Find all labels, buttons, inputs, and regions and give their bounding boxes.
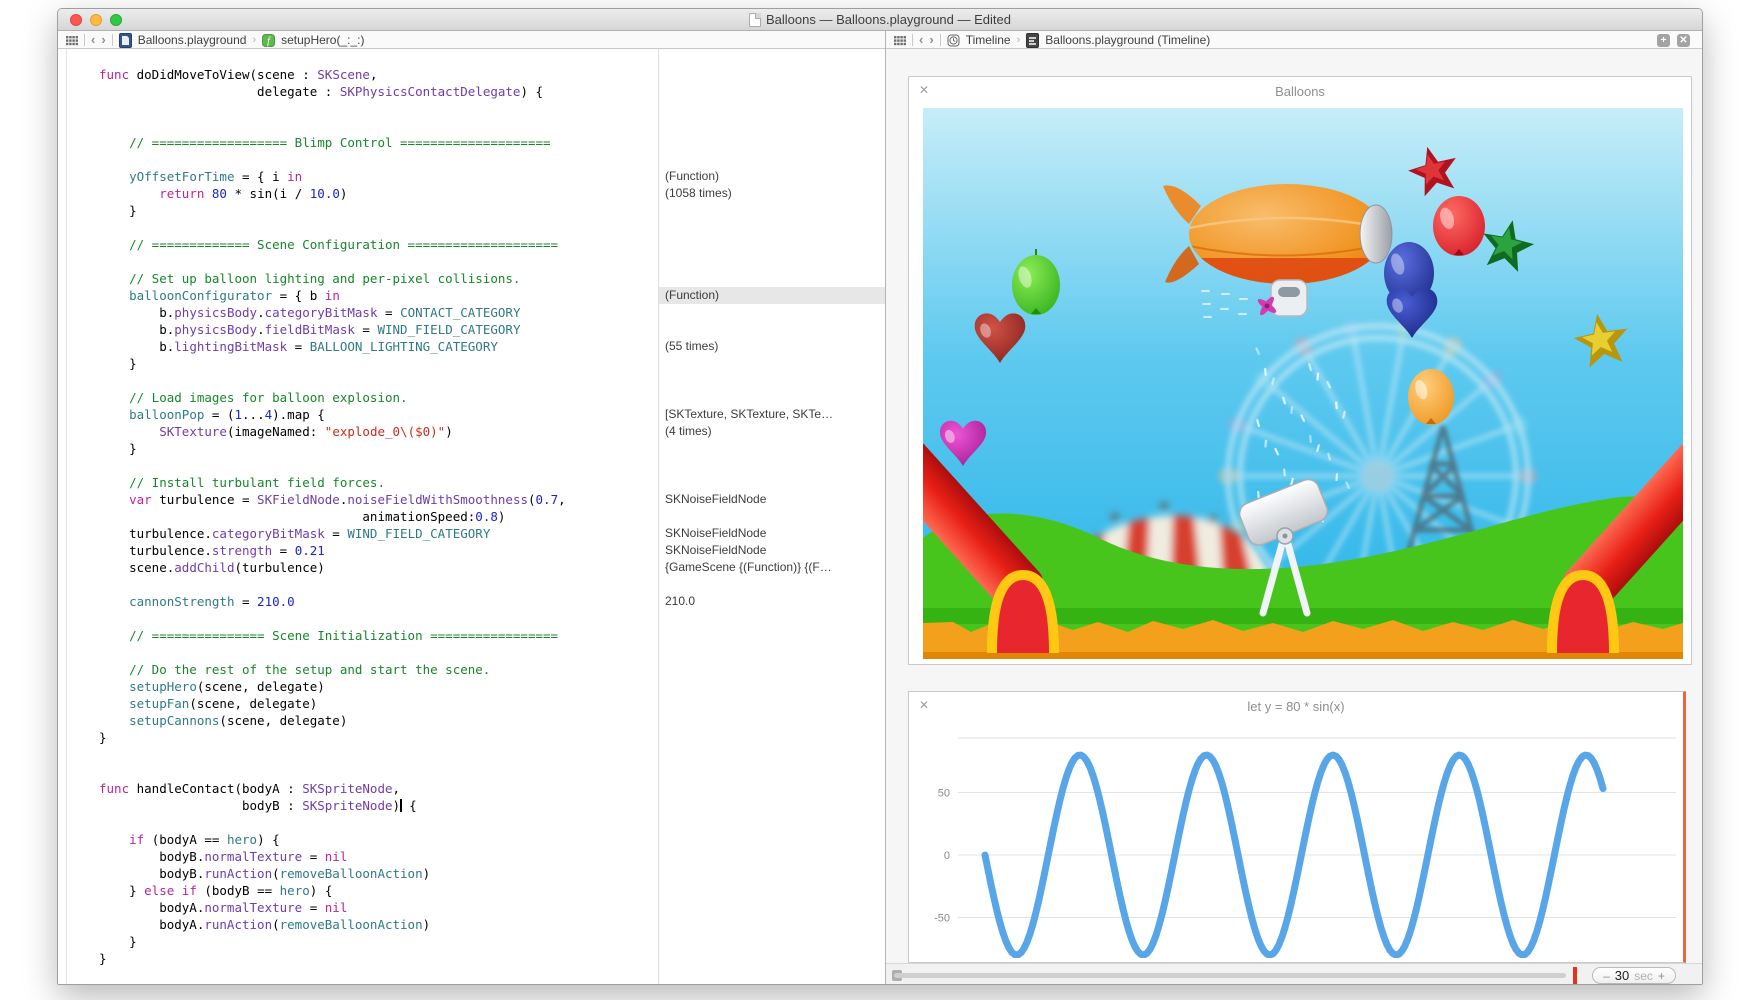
playground-file-icon [119,33,132,48]
pane-splitter[interactable] [885,31,886,985]
playhead-marker[interactable] [1573,967,1577,985]
scene-preview-card: ✕ Balloons [908,76,1692,665]
result-value[interactable]: 210.0 [659,593,885,610]
result-value[interactable]: (Function) [659,287,885,304]
xcode-playground-window: Balloons — Balloons.playground — Edited … [57,8,1703,985]
gutter-divider [66,49,67,985]
title-bar[interactable]: Balloons — Balloons.playground — Edited [58,9,1702,31]
increase-duration-button[interactable]: + [1658,969,1665,983]
timeline-pane: ✕ Balloons [886,49,1703,985]
result-value[interactable]: SKNoiseFieldNode [659,491,885,508]
graph-title: let y = 80 * sin(x) [909,699,1683,714]
result-value[interactable]: (55 times) [659,338,885,355]
sine-graph[interactable]: 50 0 -50 [920,730,1676,958]
zoom-window-button[interactable] [110,14,122,26]
duration-stepper: – 30 sec + [1592,967,1676,984]
decrease-duration-button[interactable]: – [1603,969,1610,983]
left-jump-bar: ‹ › Balloons.playground › f setupHero(_:… [66,31,364,49]
duration-value: 30 [1615,968,1629,983]
results-sidebar[interactable]: (Function)(1058 times)(Function)(55 time… [658,49,885,985]
svg-text:0: 0 [944,850,950,862]
result-value[interactable]: [SKTexture, SKTexture, SKTe… [659,406,885,423]
duration-unit: sec [1634,969,1653,983]
breadcrumb-timeline-file[interactable]: Balloons.playground (Timeline) [1045,33,1210,47]
orange-balloon [1408,369,1454,425]
svg-text:-50: -50 [934,913,950,925]
function-icon: f [262,34,275,47]
document-icon [749,13,761,27]
minimize-window-button[interactable] [90,14,102,26]
result-value[interactable]: (Function) [659,168,885,185]
add-pane-button[interactable]: + [1657,34,1670,47]
breadcrumb-timeline[interactable]: Timeline [966,33,1011,47]
result-value[interactable]: SKNoiseFieldNode [659,542,885,559]
slider-track[interactable] [894,973,1566,978]
code-text[interactable]: func doDidMoveToView(scene : SKScene, de… [99,66,566,967]
window-title: Balloons — Balloons.playground — Edited [749,12,1011,27]
svg-text:50: 50 [938,788,950,800]
result-value[interactable]: SKNoiseFieldNode [659,525,885,542]
breadcrumb-file[interactable]: Balloons.playground [138,33,247,47]
breadcrumb-symbol[interactable]: setupHero(_:_:) [281,33,364,47]
forward-button[interactable]: › [929,34,933,46]
pane-buttons: + ✕ [1657,31,1690,49]
result-value[interactable]: (1058 times) [659,185,885,202]
related-items-icon[interactable] [66,35,78,46]
back-button[interactable]: ‹ [919,34,923,46]
red-balloon [1433,196,1485,256]
close-pane-button[interactable]: ✕ [1677,34,1690,47]
timeline-file-icon [1026,33,1039,48]
back-button[interactable]: ‹ [91,34,95,46]
traffic-lights [70,14,122,26]
scene-preview-title: Balloons [909,84,1691,99]
forward-button[interactable]: › [101,34,105,46]
timeline-clock-icon [947,34,960,47]
related-items-icon[interactable] [894,35,906,46]
right-jump-bar: ‹ › Timeline › Balloons.playground (Time… [894,31,1210,49]
result-value[interactable]: (4 times) [659,423,885,440]
timeline-slider-bar: – 30 sec + [886,963,1703,985]
source-editor[interactable]: func doDidMoveToView(scene : SKScene, de… [58,49,885,985]
close-window-button[interactable] [70,14,82,26]
graph-card: ✕ let y = 80 * sin(x) 500-50 [908,691,1686,963]
jump-bars: ‹ › Balloons.playground › f setupHero(_:… [58,31,1702,49]
spritekit-scene[interactable] [923,108,1683,659]
result-value[interactable]: {GameScene {(Function)} {(F… [659,559,885,576]
